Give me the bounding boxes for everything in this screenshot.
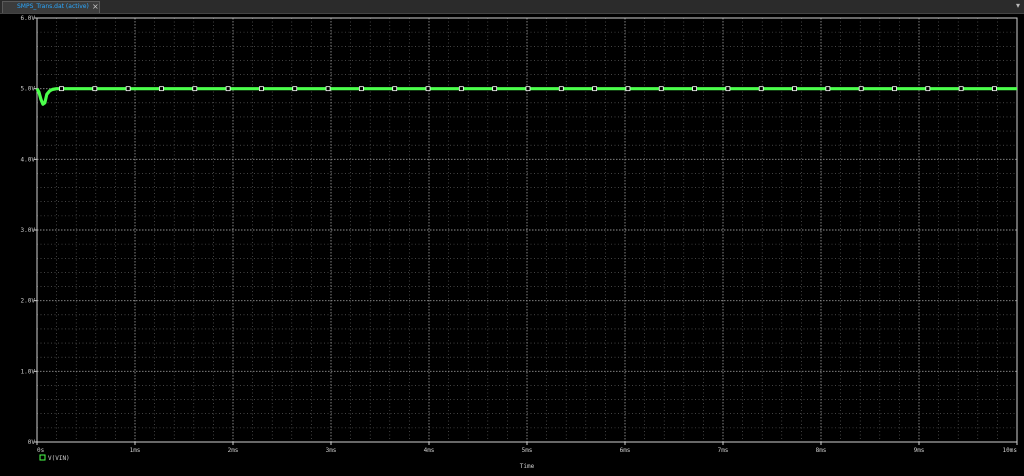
grid (37, 18, 1017, 442)
x-axis-label: Time (520, 463, 535, 470)
y-tick-label: 2.0V (21, 298, 36, 305)
series-point (425, 86, 431, 92)
x-tick-label: 8ms (816, 447, 827, 454)
series-point (992, 86, 997, 92)
x-axis-ticks: 0s 1ms 2ms 3ms 4ms 5ms 6ms 7ms 8ms 9ms 10ms (36, 442, 1018, 454)
legend-label-vvin: V(VIN) (48, 455, 70, 462)
series-point (59, 86, 64, 92)
series-point (325, 86, 331, 92)
series-point (792, 86, 797, 92)
series-point (758, 86, 764, 92)
series-point (592, 86, 598, 92)
series-point (658, 86, 664, 92)
y-tick-label: 4.0V (21, 156, 36, 163)
series-layer (35, 86, 1017, 106)
y-tick-label: 0V (28, 439, 36, 446)
x-tick-label: 9ms (914, 447, 925, 454)
series-point (358, 86, 364, 92)
series-point (525, 86, 531, 92)
series-point (192, 86, 198, 92)
series-point (925, 86, 931, 92)
chevron-down-icon[interactable]: ▾ (1016, 1, 1020, 11)
x-tick-label: 2ms (228, 447, 239, 454)
series-point (558, 86, 564, 92)
x-tick-label: 3ms (326, 447, 337, 454)
series-point (692, 86, 697, 92)
series-point (625, 86, 631, 92)
series-point (292, 86, 298, 92)
x-tick-label: 7ms (718, 447, 729, 454)
tab-smps-trans[interactable]: SMPS_Trans.dat (active) × (2, 1, 100, 13)
x-tick-label: 4ms (424, 447, 435, 454)
tab-bar: SMPS_Trans.dat (active) × ▾ (0, 0, 1024, 14)
x-tick-label: 1ms (130, 447, 141, 454)
series-point (225, 86, 231, 92)
series-point (159, 86, 164, 92)
series-point (458, 86, 464, 92)
y-tick-label: 6.0V (21, 15, 36, 22)
y-tick-label: 1.0V (21, 368, 36, 375)
series-point (492, 86, 498, 92)
series-point (825, 86, 831, 92)
legend-swatch (39, 454, 46, 461)
series-point (92, 86, 98, 92)
series-point (892, 86, 897, 92)
x-tick-label: 5ms (522, 447, 533, 454)
close-icon[interactable]: × (92, 2, 99, 12)
series-point (958, 86, 964, 92)
tab-label: SMPS_Trans.dat (active) (17, 3, 89, 10)
y-axis-ticks: 0V 1.0V 2.0V 3.0V 4.0V 5.0V 6.0V (21, 15, 37, 446)
series-point (725, 86, 731, 92)
y-tick-label: 3.0V (21, 227, 36, 234)
series-point (392, 86, 398, 92)
x-tick-label: 6ms (620, 447, 631, 454)
plot-panel: 0V 1.0V 2.0V 3.0V 4.0V 5.0V 6.0V 0s 1ms 2ms 3ms 4m… (0, 14, 1024, 476)
series-point (858, 86, 864, 92)
y-tick-label: 5.0V (21, 86, 36, 93)
series-point (259, 86, 264, 92)
series-point (125, 86, 131, 92)
x-tick-label: 10ms (1003, 447, 1018, 454)
waveform-chart[interactable]: 0V 1.0V 2.0V 3.0V 4.0V 5.0V 6.0V 0s 1ms 2ms 3ms 4m… (0, 14, 1024, 476)
x-tick-label: 0s (37, 447, 45, 454)
legend[interactable]: V(VIN) (39, 454, 70, 462)
